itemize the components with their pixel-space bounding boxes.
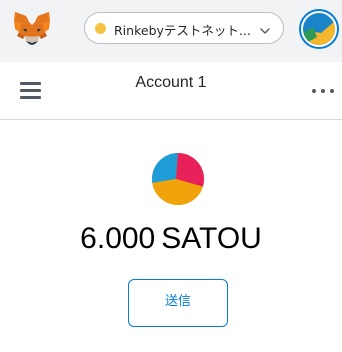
account-bar: Account 1	[0, 63, 342, 120]
chevron-down-icon	[259, 22, 271, 34]
network-status-dot	[95, 23, 106, 34]
token-identicon	[152, 153, 204, 205]
account-name[interactable]: Account 1	[0, 74, 342, 92]
account-avatar[interactable]	[299, 9, 339, 49]
balance-amount: 6.000	[80, 222, 156, 255]
metamask-fox-icon[interactable]	[12, 10, 52, 46]
balance-symbol: SATOU	[161, 222, 262, 255]
send-button[interactable]: 送信	[128, 279, 228, 327]
network-label: Rinkebyテストネット...	[114, 23, 251, 38]
app-header: Rinkebyテストネット...	[0, 0, 342, 62]
balance-display: 6.000 SATOU	[0, 222, 342, 256]
network-selector[interactable]: Rinkebyテストネット...	[84, 12, 284, 44]
account-identicon	[303, 13, 335, 45]
wallet-app: Rinkebyテストネット... Account 1 6.000 SATOU 送…	[0, 0, 342, 352]
more-options-icon[interactable]	[312, 89, 336, 95]
